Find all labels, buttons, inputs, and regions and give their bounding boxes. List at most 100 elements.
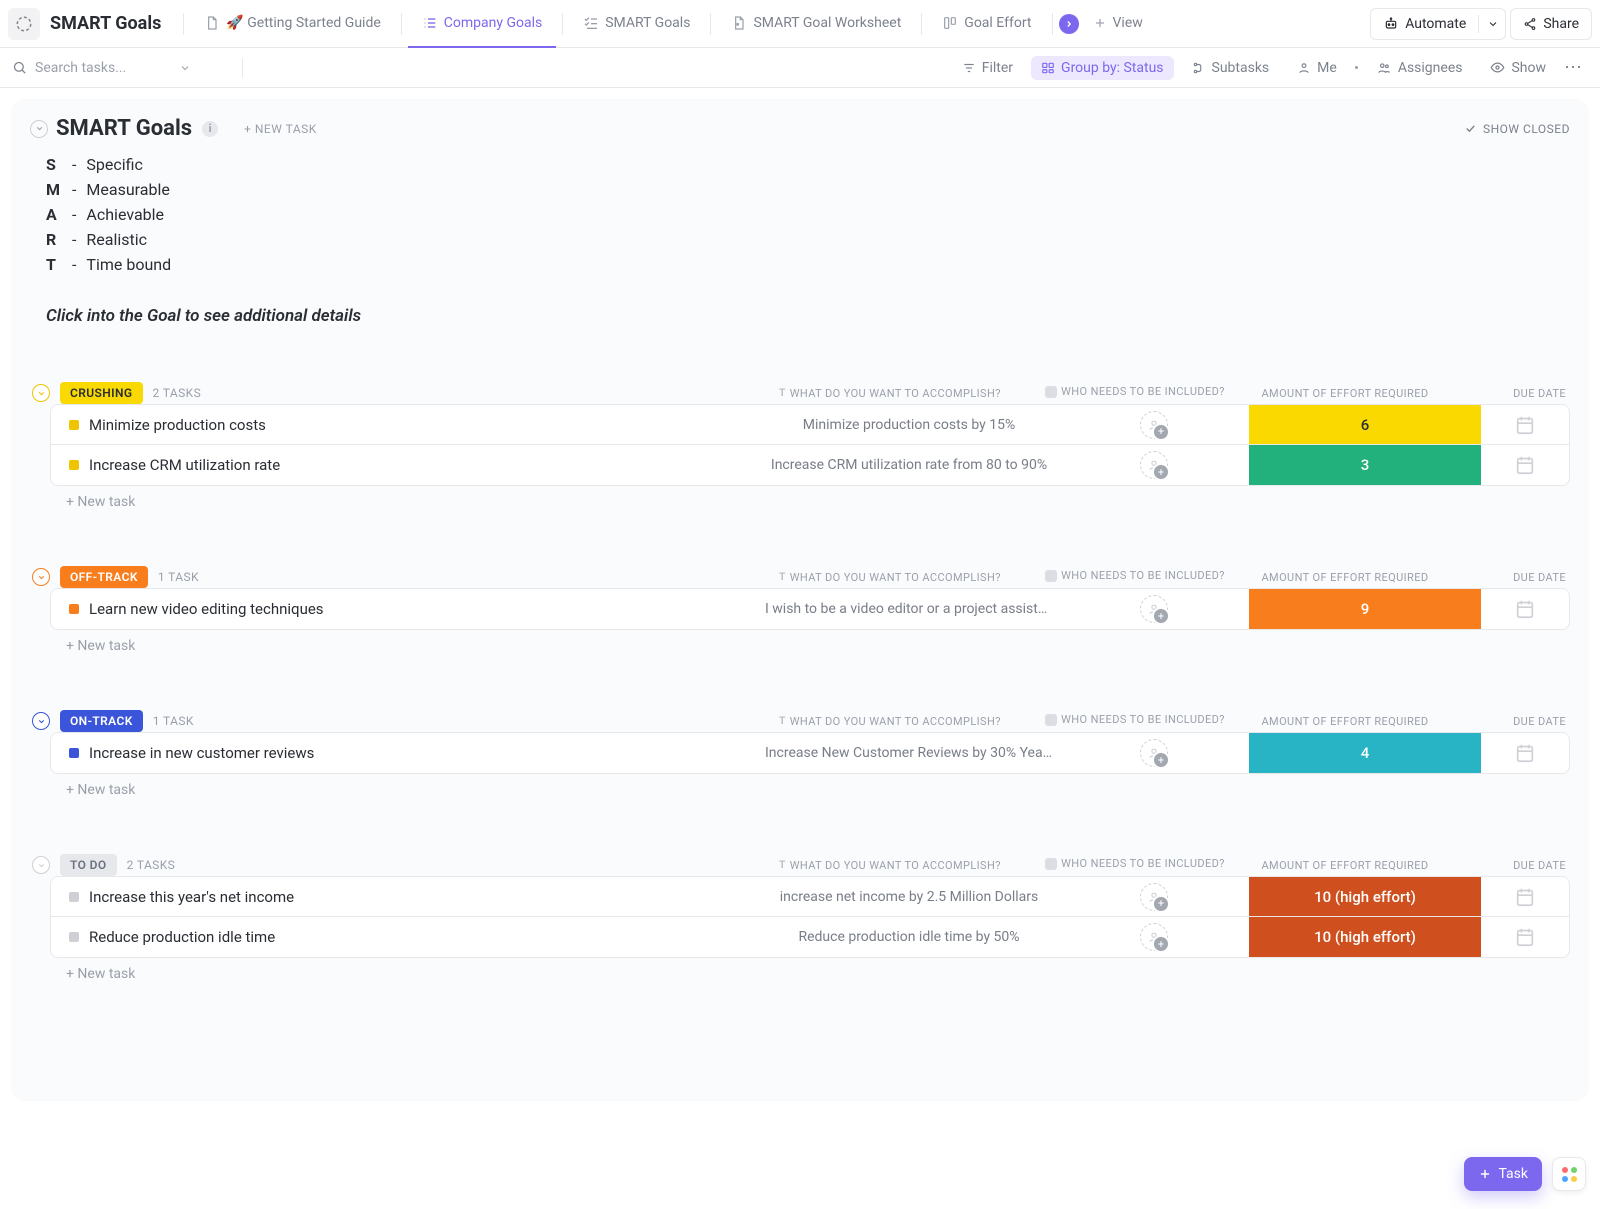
effort-cell[interactable]: 4 — [1249, 733, 1481, 773]
smart-word: Realistic — [86, 230, 147, 249]
group-header: OFF-TRACK1 TASKTWHAT DO YOU WANT TO ACCO… — [30, 566, 1570, 588]
show-button[interactable]: Show — [1480, 56, 1556, 80]
effort-cell[interactable]: 6 — [1249, 405, 1481, 444]
calendar-icon[interactable] — [1514, 454, 1536, 476]
doc-pin-icon — [731, 15, 747, 31]
status-chip[interactable]: OFF-TRACK — [60, 566, 148, 588]
group-toggle-icon[interactable] — [32, 384, 50, 402]
smart-word: Measurable — [86, 180, 169, 199]
assignee-add-icon[interactable] — [1140, 883, 1168, 911]
share-label: Share — [1543, 16, 1579, 32]
share-button[interactable]: Share — [1510, 8, 1592, 40]
col-effort: AMOUNT OF EFFORT REQUIRED — [1230, 859, 1460, 872]
groupby-label: Group by: Status — [1061, 60, 1163, 76]
view-tab[interactable]: Goal Effort — [928, 0, 1045, 48]
plus-icon — [1093, 16, 1107, 30]
calendar-icon[interactable] — [1514, 414, 1536, 436]
status-square-icon — [69, 420, 79, 430]
more-icon[interactable]: ⋯ — [1564, 57, 1584, 78]
show-closed-label: SHOW CLOSED — [1483, 122, 1570, 136]
task-row[interactable]: Increase CRM utilization rateIncrease CR… — [51, 445, 1569, 485]
people-icon — [1376, 61, 1392, 75]
divider — [710, 13, 711, 35]
more-views-icon[interactable] — [1059, 14, 1079, 34]
subtasks-button[interactable]: Subtasks — [1182, 56, 1280, 80]
add-view-button[interactable]: View — [1083, 0, 1153, 48]
group-toggle-icon[interactable] — [32, 568, 50, 586]
new-task-head-button[interactable]: + NEW TASK — [244, 122, 317, 136]
status-chip[interactable]: CRUSHING — [60, 382, 143, 404]
show-closed-button[interactable]: SHOW CLOSED — [1464, 122, 1570, 136]
assignees-label: Assignees — [1398, 60, 1463, 76]
task-count: 1 TASK — [158, 570, 199, 584]
smart-word: Achievable — [86, 205, 164, 224]
task-row[interactable]: Increase this year's net incomeincrease … — [51, 877, 1569, 917]
apps-icon — [1562, 1167, 1577, 1182]
task-title: Increase in new customer reviews — [89, 744, 314, 762]
effort-cell[interactable]: 3 — [1249, 445, 1481, 485]
automate-label: Automate — [1405, 16, 1466, 32]
task-row[interactable]: Increase in new customer reviewsIncrease… — [51, 733, 1569, 773]
assignees-button[interactable]: Assignees — [1366, 56, 1473, 80]
groupby-button[interactable]: Group by: Status — [1031, 56, 1173, 80]
me-button[interactable]: Me — [1287, 56, 1347, 80]
search-dropdown-icon[interactable] — [179, 62, 191, 74]
effort-cell[interactable]: 10 (high effort) — [1249, 917, 1481, 957]
new-task-row[interactable]: + New task — [66, 638, 1570, 654]
status-chip[interactable]: ON-TRACK — [60, 710, 143, 732]
status-chip[interactable]: TO DO — [60, 854, 117, 876]
calendar-icon[interactable] — [1514, 742, 1536, 764]
new-task-row[interactable]: + New task — [66, 782, 1570, 798]
chevron-down-icon[interactable] — [1487, 18, 1499, 30]
new-task-fab[interactable]: Task — [1464, 1157, 1542, 1191]
divider — [401, 13, 402, 35]
calendar-icon[interactable] — [1514, 886, 1536, 908]
smart-letter: S — [46, 155, 62, 174]
calendar-icon[interactable] — [1514, 598, 1536, 620]
smart-row: M-Measurable — [46, 180, 1570, 199]
top-header: SMART Goals 🚀 Getting Started Guide Compa… — [0, 0, 1600, 48]
new-task-row[interactable]: + New task — [66, 494, 1570, 510]
task-row[interactable]: Reduce production idle timeReduce produc… — [51, 917, 1569, 957]
assignee-add-icon[interactable] — [1140, 411, 1168, 439]
group-toggle-icon[interactable] — [32, 856, 50, 874]
add-view-label: View — [1113, 15, 1143, 31]
status-group-offtrack: OFF-TRACK1 TASKTWHAT DO YOU WANT TO ACCO… — [30, 566, 1570, 654]
accomplish-cell: Increase CRM utilization rate from 80 to… — [759, 457, 1059, 473]
collapse-list-icon[interactable] — [30, 120, 48, 138]
group-toggle-icon[interactable] — [32, 712, 50, 730]
task-row[interactable]: Minimize production costsMinimize produc… — [51, 405, 1569, 445]
apps-fab[interactable] — [1552, 1157, 1586, 1191]
status-square-icon — [69, 932, 79, 942]
list-toolbar: Filter Group by: Status Subtasks Me Assi… — [0, 48, 1600, 88]
smart-word: Time bound — [86, 255, 171, 274]
effort-cell[interactable]: 9 — [1249, 589, 1481, 629]
tab-label: 🚀 Getting Started Guide — [226, 15, 380, 31]
group-header: ON-TRACK1 TASKTWHAT DO YOU WANT TO ACCOM… — [30, 710, 1570, 732]
view-tab[interactable]: SMART Goals — [569, 0, 704, 48]
subtasks-label: Subtasks — [1212, 60, 1270, 76]
col-accomplish: TWHAT DO YOU WANT TO ACCOMPLISH? — [740, 714, 1040, 728]
task-count: 2 TASKS — [127, 858, 176, 872]
search-input[interactable] — [33, 59, 173, 77]
task-rows: Learn new video editing techniquesI wish… — [50, 588, 1570, 630]
page-title: SMART Goals — [50, 13, 161, 34]
assignee-add-icon[interactable] — [1140, 739, 1168, 767]
view-tab[interactable]: SMART Goal Worksheet — [717, 0, 915, 48]
view-tab[interactable]: Company Goals — [408, 0, 556, 48]
info-icon[interactable]: i — [202, 121, 218, 137]
calendar-icon[interactable] — [1514, 926, 1536, 948]
assignee-add-icon[interactable] — [1140, 451, 1168, 479]
assignee-add-icon[interactable] — [1140, 595, 1168, 623]
col-who: WHO NEEDS TO BE INCLUDED? — [1040, 713, 1230, 729]
effort-cell[interactable]: 10 (high effort) — [1249, 877, 1481, 916]
board-icon — [942, 15, 958, 31]
filter-button[interactable]: Filter — [952, 56, 1023, 80]
automate-button[interactable]: Automate — [1370, 8, 1506, 40]
new-task-row[interactable]: + New task — [66, 966, 1570, 982]
app-icon — [8, 8, 40, 40]
assignee-add-icon[interactable] — [1140, 923, 1168, 951]
view-tab[interactable]: 🚀 Getting Started Guide — [190, 0, 394, 48]
task-row[interactable]: Learn new video editing techniquesI wish… — [51, 589, 1569, 629]
col-effort: AMOUNT OF EFFORT REQUIRED — [1230, 571, 1460, 584]
